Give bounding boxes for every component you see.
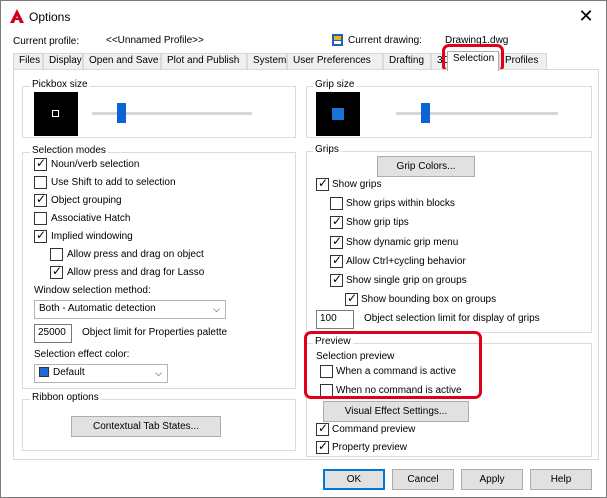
grip-square-icon	[332, 108, 344, 120]
ctrl-cycling-checkbox[interactable]	[330, 253, 343, 268]
press-drag-lasso-checkbox[interactable]	[50, 264, 63, 279]
press-drag-lasso-label: Allow press and drag for Lasso	[67, 267, 205, 278]
associative-hatch-checkbox[interactable]	[34, 212, 47, 225]
noun-verb-label: Noun/verb selection	[51, 159, 140, 170]
cancel-button[interactable]: Cancel	[392, 469, 454, 490]
command-preview-label: Command preview	[332, 424, 416, 435]
tab-system[interactable]: System	[247, 53, 287, 70]
selection-modes-label: Selection modes	[30, 145, 108, 156]
single-grip-groups-label: Show single grip on groups	[346, 275, 467, 286]
use-shift-label: Use Shift to add to selection	[51, 177, 176, 188]
preview-command-active-checkbox[interactable]	[320, 365, 333, 378]
tab-open-and-save[interactable]: Open and Save	[83, 53, 161, 70]
selection-preview-label: Selection preview	[316, 351, 395, 362]
ok-button[interactable]: OK	[323, 469, 385, 490]
tab-user-preferences[interactable]: User Preferences	[287, 53, 383, 70]
show-grips-checkbox[interactable]	[316, 176, 329, 191]
implied-windowing-checkbox[interactable]	[34, 228, 47, 243]
chevron-down-icon: ⌵	[213, 304, 220, 314]
pickbox-square-icon	[52, 110, 59, 117]
object-limit-label: Object limit for Properties palette	[82, 327, 228, 338]
chevron-down-icon: ⌵	[155, 368, 162, 378]
property-preview-label: Property preview	[332, 442, 408, 453]
implied-windowing-label: Implied windowing	[51, 231, 133, 242]
title-bar: Options ✕	[1, 1, 606, 32]
grip-slider-thumb[interactable]	[421, 103, 431, 123]
close-icon[interactable]: ✕	[574, 5, 598, 27]
effect-color-label: Selection effect color:	[34, 349, 130, 360]
effect-color-select[interactable]: Default ⌵	[34, 364, 168, 383]
preview-no-command-label: When no command is active	[336, 385, 462, 396]
grip-limit-label: Object selection limit for display of gr…	[364, 313, 540, 324]
apply-button[interactable]: Apply	[461, 469, 523, 490]
property-preview-checkbox[interactable]	[316, 439, 329, 454]
effect-color-value: Default	[53, 367, 85, 378]
press-drag-object-checkbox[interactable]	[50, 248, 63, 261]
associative-hatch-label: Associative Hatch	[51, 213, 131, 224]
current-profile-label: Current profile:	[13, 36, 80, 47]
autocad-logo-icon	[10, 9, 24, 23]
single-grip-groups-checkbox[interactable]	[330, 272, 343, 287]
ctrl-cycling-label: Allow Ctrl+cycling behavior	[346, 256, 466, 267]
tab-files[interactable]: Files	[13, 53, 43, 70]
command-preview-checkbox[interactable]	[316, 421, 329, 436]
bounding-box-groups-label: Show bounding box on groups	[361, 294, 497, 305]
tab-profiles[interactable]: Profiles	[499, 53, 547, 70]
contextual-tab-states-button[interactable]: Contextual Tab States...	[71, 416, 221, 437]
preview-label: Preview	[313, 336, 353, 347]
current-drawing-value: Drawing1.dwg	[445, 35, 509, 46]
ribbon-options-label: Ribbon options	[30, 392, 101, 403]
grips-within-blocks-checkbox[interactable]	[330, 197, 343, 210]
preview-command-active-label: When a command is active	[336, 366, 457, 377]
grip-limit-input[interactable]: 100	[316, 310, 354, 329]
current-profile-value: <<Unnamed Profile>>	[106, 35, 204, 46]
help-button[interactable]: Help	[530, 469, 592, 490]
pickbox-size-label: Pickbox size	[30, 79, 90, 90]
preview-no-command-checkbox[interactable]	[320, 384, 333, 397]
grips-within-blocks-label: Show grips within blocks	[346, 198, 455, 209]
grip-size-label: Grip size	[313, 79, 357, 90]
use-shift-checkbox[interactable]	[34, 176, 47, 189]
selection-tab-panel: Pickbox size Selection modes Noun/verb s…	[13, 69, 599, 460]
object-limit-input[interactable]: 25000	[34, 324, 72, 343]
visual-effect-settings-button[interactable]: Visual Effect Settings...	[323, 401, 469, 422]
show-grips-label: Show grips	[332, 179, 382, 190]
object-grouping-label: Object grouping	[51, 195, 122, 206]
pickbox-slider-thumb[interactable]	[116, 103, 126, 123]
window-title: Options	[29, 10, 71, 24]
grips-label: Grips	[313, 144, 341, 155]
window-method-select[interactable]: Both - Automatic detection ⌵	[34, 300, 226, 319]
current-drawing-label: Current drawing:	[348, 35, 422, 46]
window-method-value: Both - Automatic detection	[39, 303, 156, 314]
dynamic-grip-menu-label: Show dynamic grip menu	[346, 237, 459, 248]
window-method-label: Window selection method:	[34, 285, 151, 296]
dynamic-grip-menu-checkbox[interactable]	[330, 234, 343, 249]
options-dialog: Options ✕ Current profile: <<Unnamed Pro…	[0, 0, 607, 498]
grip-tips-label: Show grip tips	[346, 217, 409, 228]
tab-display[interactable]: Display	[43, 53, 83, 70]
bounding-box-groups-checkbox[interactable]	[345, 291, 358, 306]
pickbox-preview	[34, 92, 78, 136]
grip-preview	[316, 92, 360, 136]
noun-verb-checkbox[interactable]	[34, 156, 47, 171]
tab-plot-and-publish[interactable]: Plot and Publish	[161, 53, 247, 70]
object-grouping-checkbox[interactable]	[34, 192, 47, 207]
grip-tips-checkbox[interactable]	[330, 214, 343, 229]
color-swatch-icon	[39, 367, 49, 378]
tab-selection[interactable]: Selection	[447, 51, 499, 71]
tab-drafting[interactable]: Drafting	[383, 53, 431, 70]
grip-colors-button[interactable]: Grip Colors...	[377, 156, 475, 177]
press-drag-object-label: Allow press and drag on object	[67, 249, 204, 260]
drawing-file-icon	[332, 34, 343, 46]
